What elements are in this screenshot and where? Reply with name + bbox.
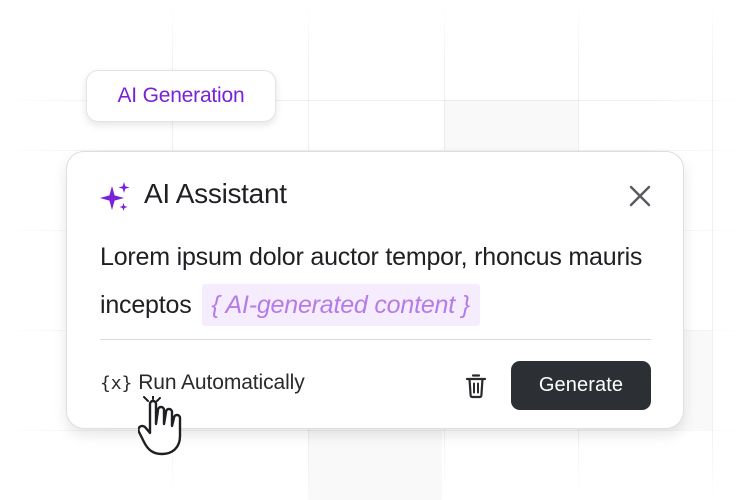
- variable-icon: {x}: [100, 373, 133, 394]
- ai-assistant-card: AI Assistant Lorem ipsum dolor auctor te…: [66, 151, 684, 429]
- run-automatically-label: Run Automatically: [138, 371, 305, 394]
- close-icon[interactable]: [627, 183, 653, 209]
- ai-generation-chip[interactable]: AI Generation: [86, 70, 276, 122]
- ai-generated-token[interactable]: { AI-generated content }: [201, 284, 480, 326]
- run-automatically-toggle[interactable]: {x} Run Automatically: [100, 371, 305, 395]
- divider: [100, 339, 651, 340]
- generate-button[interactable]: Generate: [511, 361, 651, 410]
- hand-cursor-icon: [138, 396, 182, 456]
- trash-icon[interactable]: [464, 373, 488, 399]
- generate-label: Generate: [538, 374, 624, 396]
- assistant-title: AI Assistant: [144, 178, 287, 209]
- chip-label: AI Generation: [117, 84, 245, 107]
- assistant-body: Lorem ipsum dolor auctor tempor, rhoncus…: [100, 233, 660, 329]
- sparkle-icon: [100, 182, 130, 211]
